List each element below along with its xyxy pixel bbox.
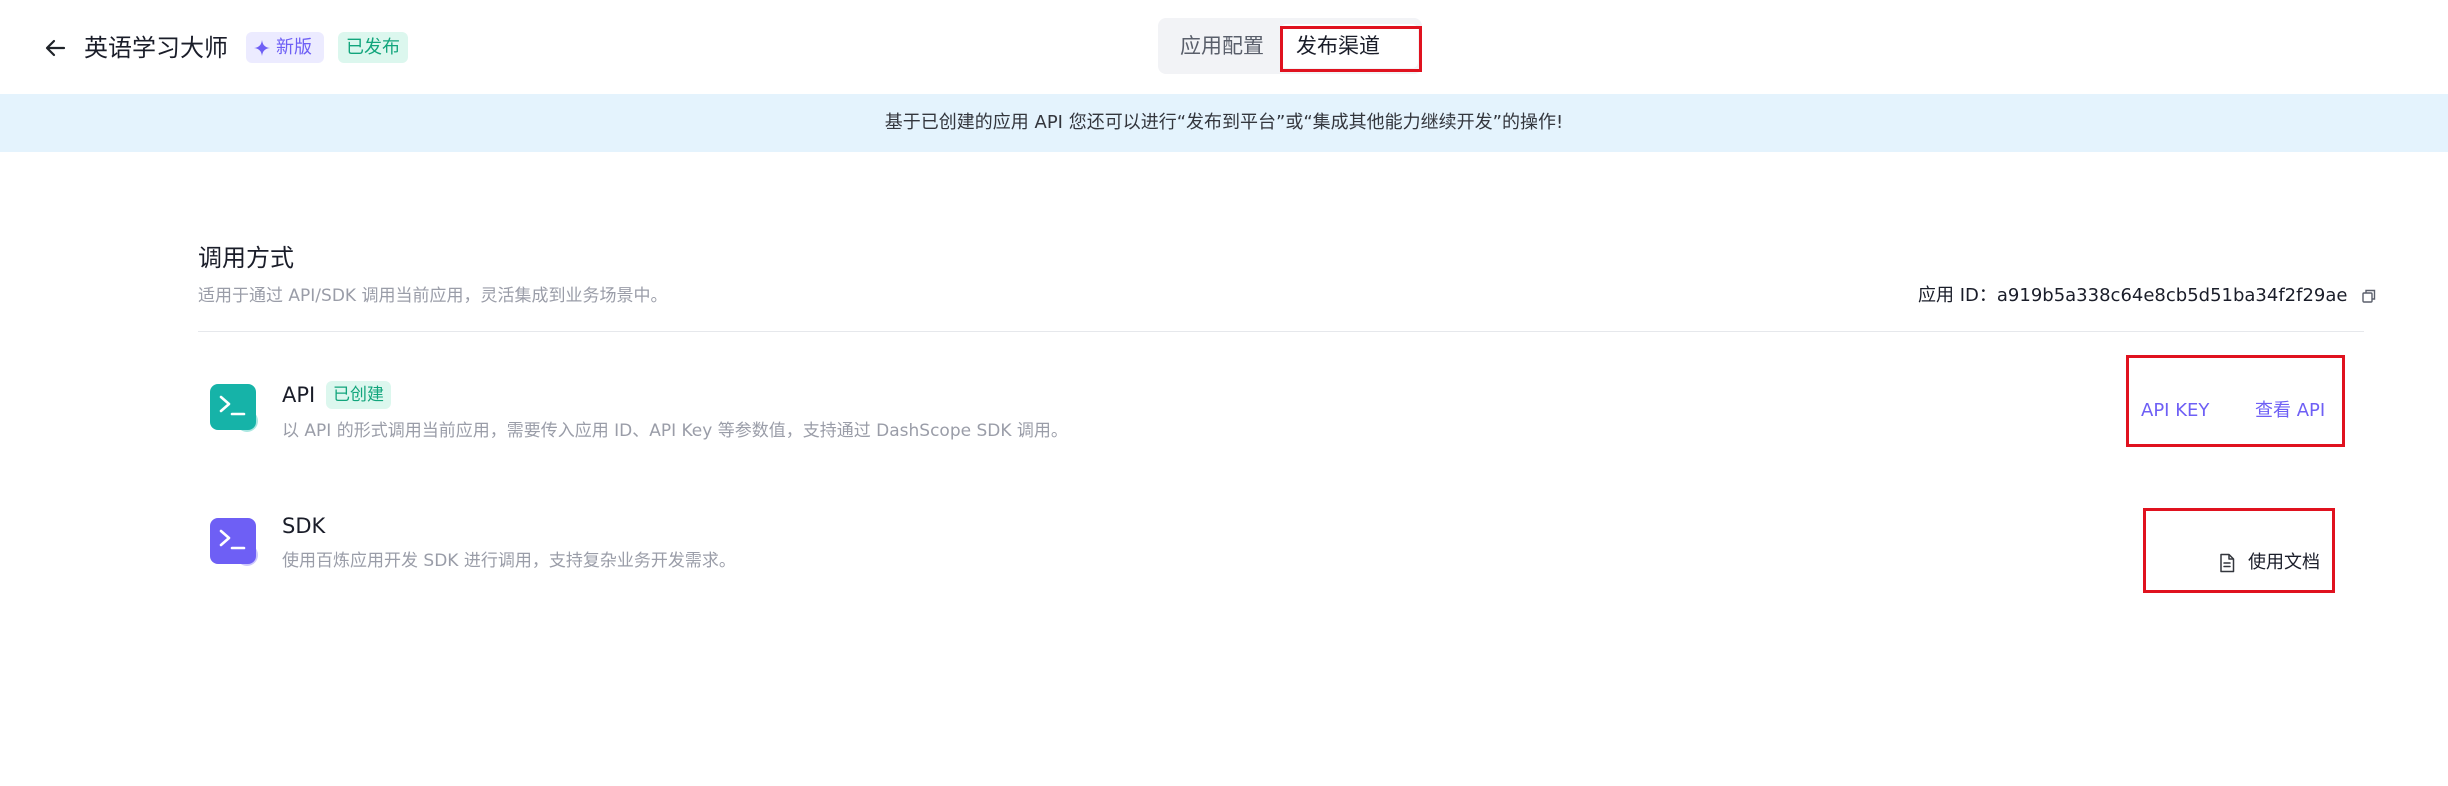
app-title: 英语学习大师 [84,34,228,62]
arrow-left-icon [45,39,66,57]
info-banner: 基于已创建的应用 API 您还可以进行“发布到平台”或“集成其他能力继续开发”的… [0,94,2448,152]
usage-docs-link[interactable]: 使用文档 [2218,549,2320,577]
new-version-label: 新版 [276,37,312,58]
app-id-text: 应用 ID：a919b5a338c64e8cb5d51ba34f2f29ae [1918,282,2347,310]
section-divider [198,331,2364,332]
app-id-value: a919b5a338c64e8cb5d51ba34f2f29ae [1996,285,2348,306]
document-icon [2220,553,2235,573]
terminal-icon [210,518,256,564]
api-description: 以 API 的形式调用当前应用，需要传入应用 ID、API Key 等参数值，支… [282,421,1068,441]
tab-publish-channel[interactable]: 发布渠道 [1280,24,1418,68]
sdk-description: 使用百炼应用开发 SDK 进行调用，支持复杂业务开发需求。 [282,551,736,571]
tab-switcher: 应用配置 发布渠道 [1158,18,1422,74]
app-id-label: 应用 ID： [1918,285,1997,306]
terminal-icon [210,384,256,430]
section-title: 调用方式 [198,244,294,272]
api-created-tag: 已创建 [326,381,391,409]
api-icon-wrap [210,384,266,440]
sdk-icon-wrap [210,518,266,574]
published-badge: 已发布 [338,32,408,63]
api-title: API [282,383,316,407]
new-version-badge: 新版 [246,32,324,63]
back-button[interactable] [40,32,72,64]
sparkle-icon [254,39,270,56]
tab-app-config[interactable]: 应用配置 [1180,18,1264,74]
view-api-link[interactable]: 查看 API [2255,397,2325,425]
api-key-link[interactable]: API KEY [2141,397,2209,425]
app-id-row: 应用 ID：a919b5a338c64e8cb5d51ba34f2f29ae [1918,282,2377,310]
usage-docs-label: 使用文档 [2248,552,2320,573]
copy-icon[interactable] [2361,288,2377,304]
sdk-title: SDK [282,514,326,538]
section-description: 适用于通过 API/SDK 调用当前应用，灵活集成到业务场景中。 [198,286,668,306]
